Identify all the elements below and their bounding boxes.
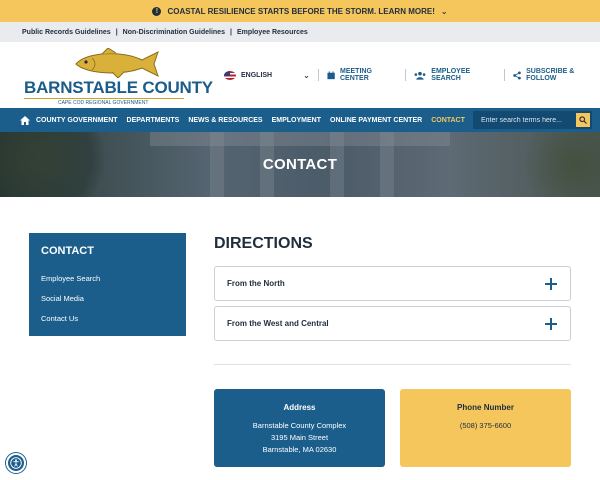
utility-links: Public Records Guidelines | Non-Discrimi… <box>0 22 600 42</box>
subscribe-label: SUBSCRIBE & FOLLOW <box>526 68 575 82</box>
exclamation-icon: ! <box>152 6 162 16</box>
nav-county-government[interactable]: COUNTY GOVERNMENT <box>36 117 118 124</box>
chevron-down-icon[interactable]: ⌄ <box>441 7 448 16</box>
sidebar-item-contact-us[interactable]: Contact Us <box>41 314 78 323</box>
employee-search-link[interactable]: EMPLOYEE SEARCH <box>414 68 496 82</box>
search-button[interactable] <box>576 113 590 127</box>
sidebar-title: CONTACT <box>41 245 94 257</box>
address-line: Barnstable, MA 02630 <box>262 445 337 454</box>
sidebar-menu: CONTACT Employee Search Social Media Con… <box>29 233 186 336</box>
nav-employment[interactable]: EMPLOYMENT <box>272 117 321 124</box>
meeting-center-link[interactable]: MEETING CENTER <box>327 68 398 82</box>
hero-building-pediment <box>150 132 450 146</box>
accordion-label: From the West and Central <box>227 319 329 328</box>
hero-banner: CONTACT <box>0 132 600 197</box>
alert-text: COASTAL RESILIENCE STARTS BEFORE THE STO… <box>167 6 435 16</box>
phone-card: Phone Number (508) 375-6600 <box>400 389 571 467</box>
employee-search-label: EMPLOYEE SEARCH <box>431 68 471 82</box>
link-non-discrimination[interactable]: Non-Discrimination Guidelines <box>123 29 225 36</box>
accessibility-icon <box>10 457 22 469</box>
alert-banner[interactable]: ! COASTAL RESILIENCE STARTS BEFORE THE S… <box>0 0 600 22</box>
phone-number[interactable]: (508) 375-6600 <box>400 421 571 430</box>
separator <box>405 69 407 81</box>
main-nav: COUNTY GOVERNMENT DEPARTMENTS NEWS & RES… <box>0 108 600 132</box>
calendar-icon <box>327 70 335 79</box>
codfish-logo-icon <box>75 48 159 78</box>
separator: | <box>229 28 232 36</box>
page-title: CONTACT <box>262 156 338 173</box>
accessibility-button[interactable] <box>6 453 26 473</box>
sidebar-item-employee-search[interactable]: Employee Search <box>41 274 100 283</box>
section-title: DIRECTIONS <box>214 235 313 252</box>
separator <box>317 69 319 81</box>
meeting-center-label: MEETING CENTER <box>340 68 372 82</box>
language-selector[interactable]: ENGLISH ⌄ <box>224 70 310 80</box>
share-icon <box>513 70 521 80</box>
logo-tagline: CAPE COD REGIONAL GOVERNMENT <box>58 100 149 106</box>
nav-contact[interactable]: CONTACT <box>431 117 465 124</box>
accordion-from-the-west[interactable]: From the West and Central <box>214 306 571 341</box>
logo-name: BARNSTABLE COUNTY <box>24 78 213 97</box>
accordion-label: From the North <box>227 279 285 288</box>
link-employee-resources[interactable]: Employee Resources <box>237 29 308 36</box>
sidebar-item-social-media[interactable]: Social Media <box>41 294 84 303</box>
address-card: Address Barnstable County Complex 3195 M… <box>214 389 385 467</box>
site-header: BARNSTABLE COUNTY CAPE COD REGIONAL GOVE… <box>0 42 600 108</box>
header-links: ENGLISH ⌄ MEETING CENTER EMPLOYEE SEARCH… <box>224 68 600 82</box>
address-title: Address <box>283 403 316 412</box>
language-label: ENGLISH <box>241 71 273 79</box>
users-icon <box>414 71 426 80</box>
content-divider <box>214 364 571 365</box>
home-icon[interactable] <box>20 115 30 125</box>
separator <box>503 69 505 81</box>
county-logo[interactable]: BARNSTABLE COUNTY CAPE COD REGIONAL GOVE… <box>24 48 213 106</box>
nav-news-resources[interactable]: NEWS & RESOURCES <box>188 117 262 124</box>
logo-rule <box>24 98 184 99</box>
nav-online-payment-center[interactable]: ONLINE PAYMENT CENTER <box>330 117 422 124</box>
nav-departments[interactable]: DEPARTMENTS <box>127 117 180 124</box>
link-public-records[interactable]: Public Records Guidelines <box>22 29 111 36</box>
site-search <box>473 111 592 129</box>
address-line: 3195 Main Street <box>270 433 329 442</box>
accordion-from-the-north[interactable]: From the North <box>214 266 571 301</box>
plus-icon[interactable] <box>542 315 560 333</box>
subscribe-link[interactable]: SUBSCRIBE & FOLLOW <box>513 68 600 82</box>
us-flag-icon <box>224 70 236 80</box>
search-input[interactable] <box>481 116 571 124</box>
phone-title: Phone Number <box>457 403 514 412</box>
search-icon <box>579 116 587 124</box>
separator: | <box>115 28 118 36</box>
address-line: Barnstable County Complex <box>252 421 347 430</box>
plus-icon[interactable] <box>542 275 560 293</box>
chevron-down-icon: ⌄ <box>303 70 310 80</box>
